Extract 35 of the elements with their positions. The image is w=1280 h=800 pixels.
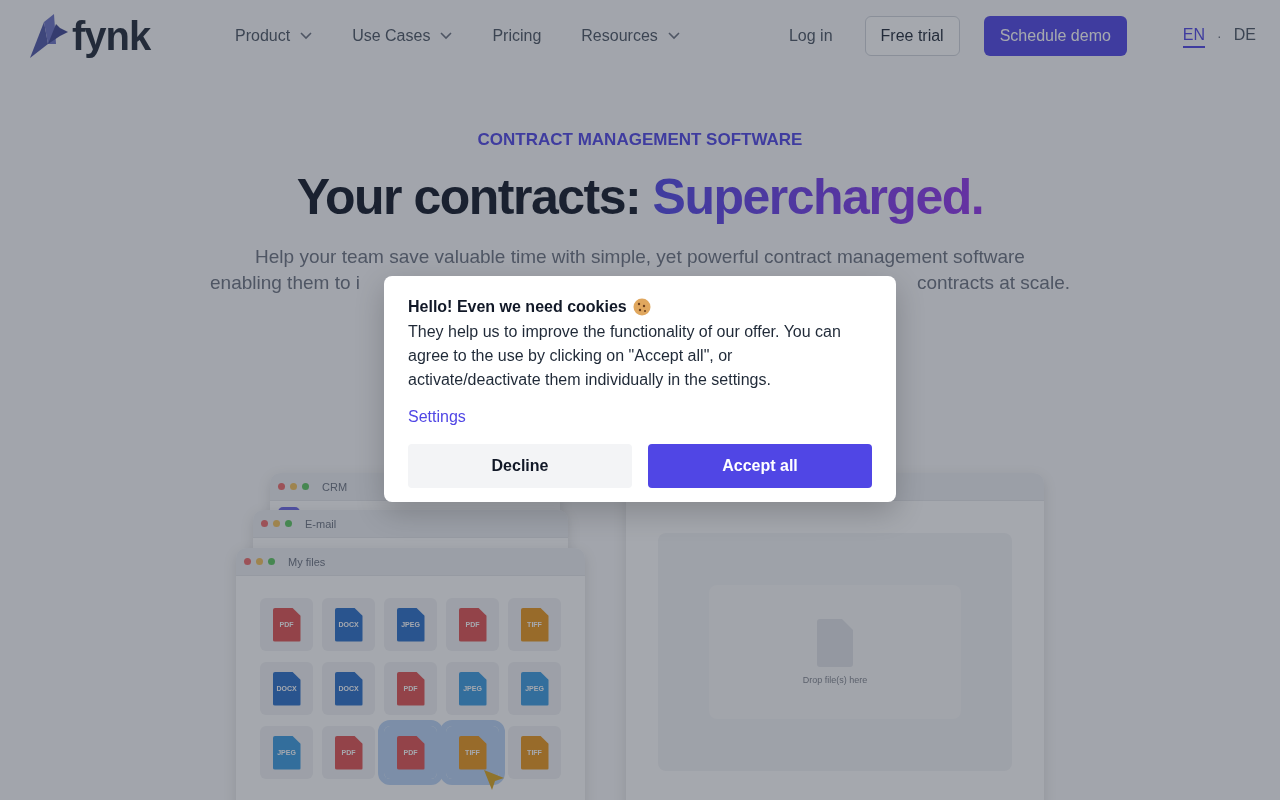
settings-link[interactable]: Settings — [408, 408, 466, 426]
window-controls-icon — [278, 483, 309, 490]
accept-all-button[interactable]: Accept all — [648, 444, 872, 488]
hero-text: contracts at scale. — [916, 271, 1070, 295]
window-controls-icon — [244, 558, 275, 565]
cookie-icon — [632, 298, 651, 316]
schedule-demo-button[interactable]: Schedule demo — [983, 16, 1127, 56]
free-trial-button[interactable]: Free trial — [864, 16, 960, 56]
login-link[interactable]: Log in — [788, 27, 833, 45]
chevron-down-icon — [440, 32, 453, 40]
window-title: E-mail — [305, 517, 337, 530]
chevron-down-icon — [667, 32, 680, 40]
nav-link[interactable]: Product — [235, 27, 313, 45]
hero-text: enabling them to i — [210, 271, 360, 295]
eyebrow-text: CONTRACT MANAGEMENT SOFTWARE — [477, 130, 803, 150]
window-controls-icon — [261, 520, 292, 527]
nav-link[interactable]: Pricing — [492, 27, 542, 45]
hero-heading: Your contracts: Supercharged. — [296, 168, 984, 226]
hero-text: Help your team save valuable time with simple, yet powerful contract management software — [255, 245, 1025, 269]
window-title: CRM — [322, 480, 348, 493]
logo-text[interactable]: fynk — [72, 16, 151, 56]
decline-button[interactable]: Decline — [408, 444, 632, 488]
window-title: My files — [288, 555, 326, 568]
dialog-title: Hello! Even we need cookies — [408, 298, 627, 316]
dialog-text: They help us to improve the functionality of our offer. You can agree to the use by clicking on "Accept all", or activate/deactivate them individually in the settings. — [408, 322, 842, 390]
language-link[interactable]: DE — [1233, 24, 1256, 48]
nav-link[interactable]: Resources — [581, 27, 680, 45]
separator-dot: · — [1217, 28, 1222, 44]
bird-logo-icon — [30, 14, 68, 58]
drop-zone[interactable]: Drop file(s) here — [709, 585, 961, 719]
chevron-down-icon — [300, 32, 313, 40]
nav-link[interactable]: Use Cases — [352, 27, 453, 45]
drop-text: Drop file(s) here — [802, 675, 868, 685]
language-link[interactable]: EN — [1182, 24, 1206, 48]
cursor-icon — [482, 768, 506, 792]
